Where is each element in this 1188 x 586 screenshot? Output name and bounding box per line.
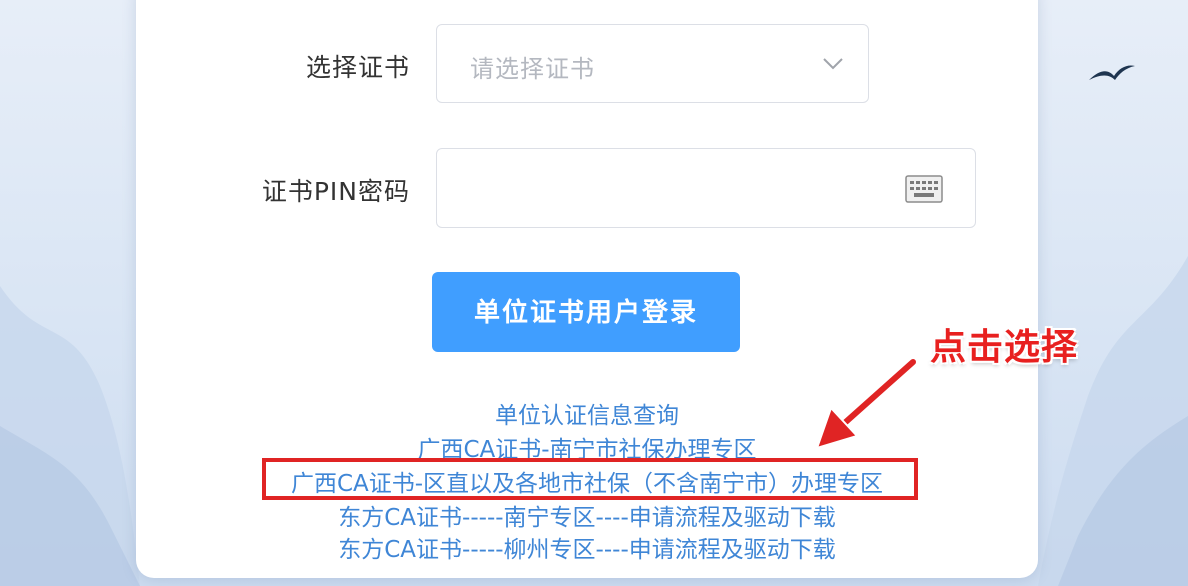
highlight-box <box>262 458 918 500</box>
cert-select[interactable]: 请选择证书 <box>436 24 869 103</box>
callout-text: 点击选择 <box>930 327 1079 368</box>
cert-select-label: 选择证书 <box>305 53 410 82</box>
page-background: 选择证书 请选择证书 证书PIN密码 单位证书用户登录 单位认证信息查询 广西C… <box>0 0 1188 586</box>
pin-label: 证书PIN密码 <box>261 177 410 206</box>
mountain-left-decoration <box>0 286 140 586</box>
pin-input[interactable] <box>436 148 976 228</box>
cert-select-placeholder: 请选择证书 <box>470 55 595 83</box>
bird-icon <box>1089 65 1135 80</box>
link-dongfang-nanning[interactable]: 东方CA证书-----南宁专区----申请流程及驱动下载 <box>136 498 1038 532</box>
arrow-icon <box>815 356 919 450</box>
chevron-down-icon[interactable] <box>820 50 846 76</box>
mountain-right-decoration <box>1038 256 1188 586</box>
keyboard-icon[interactable] <box>905 175 943 203</box>
login-button[interactable]: 单位证书用户登录 <box>432 272 740 352</box>
link-dongfang-liuzhou[interactable]: 东方CA证书-----柳州专区----申请流程及驱动下载 <box>136 530 1038 564</box>
